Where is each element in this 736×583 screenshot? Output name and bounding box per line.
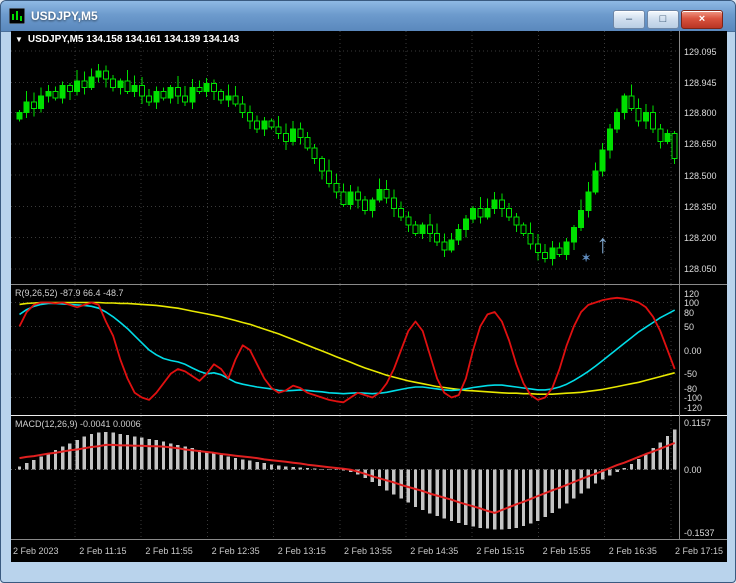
price-chart[interactable]: ↑✶ bbox=[11, 31, 679, 284]
macd-scale-label: 0.00 bbox=[684, 465, 702, 476]
price-scale-label: 128.800 bbox=[684, 108, 717, 119]
indicator-label: R(9,26,52) -87.9 66.4 -48.7 bbox=[15, 288, 124, 298]
indicator-scale-label: 80 bbox=[684, 307, 695, 318]
macd-scale-label: 0.1157 bbox=[684, 417, 711, 428]
app-icon bbox=[9, 8, 25, 24]
chart-area: ↑ ✶ ▼ USDJPY,M5 134.158 134.161 134.139 1… bbox=[11, 31, 727, 562]
minimize-button[interactable]: – bbox=[613, 10, 645, 29]
indicator-scale-label: 50 bbox=[684, 321, 695, 332]
time-label: 2 Feb 11:55 bbox=[145, 546, 193, 556]
symbol-dropdown-icon[interactable]: ▼ bbox=[15, 35, 23, 44]
time-label: 2 Feb 12:35 bbox=[211, 546, 260, 556]
price-scale-label: 128.350 bbox=[684, 201, 717, 212]
time-label: 2 Feb 13:55 bbox=[344, 546, 393, 556]
price-scale-label: 128.650 bbox=[684, 139, 717, 150]
wpr-indicator-chart[interactable] bbox=[11, 285, 679, 415]
star-annotation: ✶ bbox=[581, 253, 590, 265]
price-scale-label: 128.945 bbox=[684, 77, 717, 88]
price-scale-label: 129.095 bbox=[684, 46, 717, 57]
indicator-scale-label: 0.00 bbox=[684, 345, 702, 356]
window-title: USDJPY,M5 bbox=[31, 9, 98, 23]
time-label: 2 Feb 13:15 bbox=[277, 546, 326, 556]
price-scale[interactable]: 129.095 128.945 128.800 128.650 128.500 128.3… bbox=[679, 31, 727, 540]
mt4-window: USDJPY,M5 – □ × ↑ ✶ ▼ USDJPY,M5 134.158 1… bbox=[0, 0, 736, 583]
price-scale-label: 128.050 bbox=[684, 264, 717, 275]
macd-scale-label: -0.1537 bbox=[684, 528, 715, 539]
indicator-scale-label: -50 bbox=[684, 369, 698, 380]
indicator-scale-label: 120 bbox=[684, 288, 700, 299]
time-label: 2 Feb 15:55 bbox=[542, 546, 591, 556]
macd-indicator-chart[interactable] bbox=[11, 416, 679, 539]
time-axis[interactable]: 2 Feb 2023 2 Feb 11:15 2 Feb 11:55 2 Feb 12… bbox=[11, 540, 727, 562]
window-controls: – □ × bbox=[613, 10, 723, 29]
quote-overlay: ▼ USDJPY,M5 134.158 134.161 134.139 134.… bbox=[15, 34, 239, 45]
close-button[interactable]: × bbox=[681, 10, 723, 29]
time-label: 2 Feb 14:35 bbox=[410, 546, 459, 556]
time-label: 2 Feb 16:35 bbox=[608, 546, 657, 556]
restore-button[interactable]: □ bbox=[647, 10, 679, 29]
titlebar[interactable]: USDJPY,M5 – □ × bbox=[1, 1, 735, 32]
time-label: 2 Feb 17:15 bbox=[675, 546, 724, 556]
time-label: 2 Feb 15:15 bbox=[476, 546, 525, 556]
indicator-scale-label: -100 bbox=[684, 393, 703, 403]
time-label: 2 Feb 11:15 bbox=[79, 546, 127, 556]
price-scale-label: 128.200 bbox=[684, 233, 717, 244]
indicator-scale-label: -80 bbox=[684, 383, 698, 394]
indicator-scale-label: -120 bbox=[684, 402, 703, 413]
price-scale-label: 128.500 bbox=[684, 170, 717, 181]
arrow-up-annotation: ↑ bbox=[596, 229, 609, 259]
indicator-scale-label: 100 bbox=[684, 298, 700, 308]
quote-text: USDJPY,M5 134.158 134.161 134.139 134.14… bbox=[27, 34, 240, 45]
macd-label: MACD(12,26,9) -0.0041 0.0006 bbox=[15, 419, 141, 429]
time-label: 2 Feb 2023 bbox=[13, 546, 59, 556]
